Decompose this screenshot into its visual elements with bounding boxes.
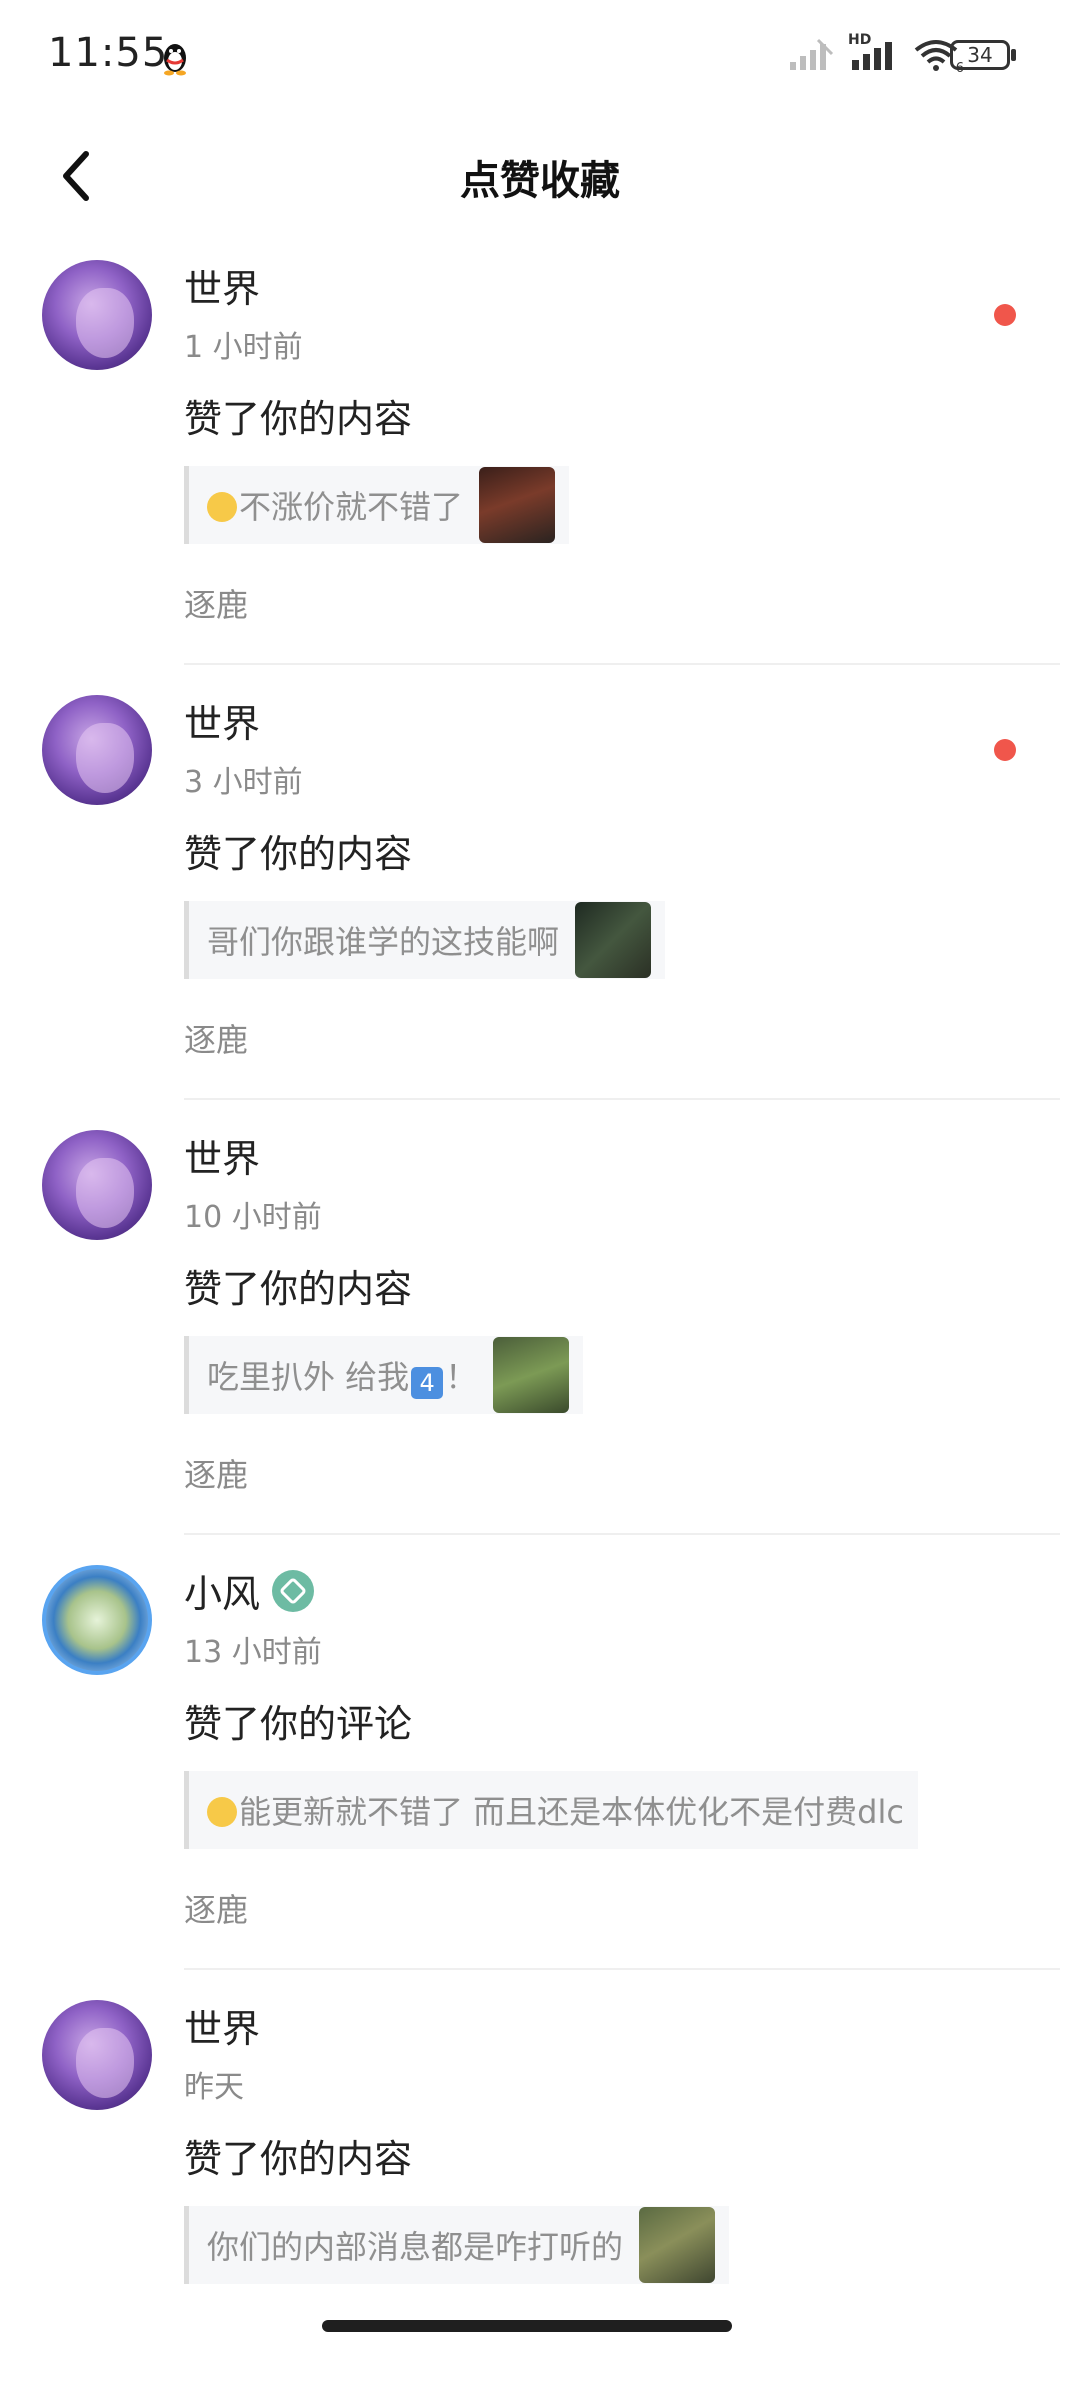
quoted-content[interactable]: 你们的内部消息都是咋打听的 (184, 2206, 730, 2284)
source-label[interactable]: 逐鹿 (184, 1450, 248, 1496)
notification-list: 世界 1 小时前 赞了你的内容 不涨价就不错了 逐鹿 世界 3 小时前 赞了你的… (0, 230, 1080, 2405)
quote-text-part: ！ (445, 1357, 478, 1396)
smile-emoji-icon (207, 492, 237, 522)
avatar[interactable] (42, 260, 152, 370)
qq-penguin-icon (164, 44, 186, 76)
quote-text: 你们的内部消息都是咋打听的 (207, 2228, 624, 2266)
user-name[interactable]: 世界 (184, 693, 260, 748)
battery-level: 34 (967, 43, 993, 67)
page-title: 点赞收藏 (460, 158, 620, 204)
unread-dot (994, 739, 1016, 761)
status-icons: HD 6 (788, 32, 964, 76)
keycap-four-icon: 4 (411, 1366, 444, 1399)
content-thumbnail[interactable] (479, 467, 556, 543)
signal-weak-icon (790, 38, 834, 70)
quote-text: 吃里扒外 给我 4！ (207, 1352, 477, 1399)
action-text: 赞了你的内容 (184, 1267, 413, 1311)
battery-icon: 34 (950, 40, 1018, 70)
quoted-content[interactable]: 哥们你跟谁学的这技能啊 (184, 901, 666, 979)
nav-header: 点赞收藏 (0, 120, 1080, 230)
notification-item[interactable]: 世界 3 小时前 赞了你的内容 哥们你跟谁学的这技能啊 逐鹿 (0, 665, 1080, 1100)
content-thumbnail[interactable] (639, 2207, 716, 2283)
timestamp: 1 小时前 (184, 330, 303, 365)
avatar[interactable] (42, 1130, 152, 1240)
quote-text-content: 不涨价就不错了 (239, 488, 464, 526)
home-indicator[interactable] (322, 2320, 732, 2332)
user-name[interactable]: 世界 (184, 1998, 260, 2053)
content-thumbnail[interactable] (493, 1337, 570, 1413)
action-text: 赞了你的内容 (184, 832, 413, 876)
user-name-text: 世界 (184, 1137, 261, 1181)
user-name-text: 世界 (184, 2007, 261, 2051)
smile-emoji-icon (207, 1797, 237, 1827)
source-label[interactable]: 逐鹿 (184, 580, 248, 626)
user-name-text: 世界 (184, 702, 261, 746)
quoted-content[interactable]: 吃里扒外 给我 4！ (184, 1336, 584, 1414)
action-text: 赞了你的内容 (184, 2137, 413, 2181)
quote-text: 能更新就不错了 而且还是本体优化不是付费dlc (207, 1787, 904, 1833)
user-name-text: 世界 (184, 267, 261, 311)
quoted-content[interactable]: 能更新就不错了 而且还是本体优化不是付费dlc (184, 1771, 918, 1849)
user-name[interactable]: 世界 (184, 258, 260, 313)
source-label[interactable]: 逐鹿 (184, 1015, 248, 1061)
user-name[interactable]: 小风 (184, 1563, 315, 1618)
status-bar: 11:55 HD 6 34 (0, 0, 1080, 120)
quote-text: 不涨价就不错了 (207, 482, 463, 528)
notification-item[interactable]: 世界 昨天 赞了你的内容 你们的内部消息都是咋打听的 (0, 1970, 1080, 2405)
timestamp: 13 小时前 (184, 1635, 322, 1670)
user-name[interactable]: 世界 (184, 1128, 260, 1183)
timestamp: 3 小时前 (184, 765, 303, 800)
notification-item[interactable]: 小风 13 小时前 赞了你的评论 能更新就不错了 而且还是本体优化不是付费dlc… (0, 1535, 1080, 1970)
verified-badge-icon (272, 1569, 315, 1612)
unread-dot (994, 304, 1016, 326)
action-text: 赞了你的评论 (184, 1702, 413, 1746)
avatar[interactable] (42, 2000, 152, 2110)
clock: 11:55 (48, 30, 169, 76)
quote-text-content: 能更新就不错了 而且还是本体优化不是付费dlc (239, 1793, 904, 1831)
notification-item[interactable]: 世界 10 小时前 赞了你的内容 吃里扒外 给我 4！ 逐鹿 (0, 1100, 1080, 1535)
avatar[interactable] (42, 1565, 152, 1675)
content-thumbnail[interactable] (575, 902, 652, 978)
timestamp: 10 小时前 (184, 1200, 322, 1235)
source-label[interactable]: 逐鹿 (184, 1885, 248, 1931)
hd-label: HD (848, 32, 872, 48)
quoted-content[interactable]: 不涨价就不错了 (184, 466, 570, 544)
signal-hd-icon: HD (848, 32, 898, 72)
quote-text-part: 吃里扒外 给我 (207, 1357, 410, 1396)
notification-item[interactable]: 世界 1 小时前 赞了你的内容 不涨价就不错了 逐鹿 (0, 230, 1080, 665)
timestamp: 昨天 (184, 2070, 244, 2105)
action-text: 赞了你的内容 (184, 397, 413, 441)
avatar[interactable] (42, 695, 152, 805)
user-name-text: 小风 (184, 1572, 261, 1616)
quote-text: 哥们你跟谁学的这技能啊 (207, 923, 560, 961)
